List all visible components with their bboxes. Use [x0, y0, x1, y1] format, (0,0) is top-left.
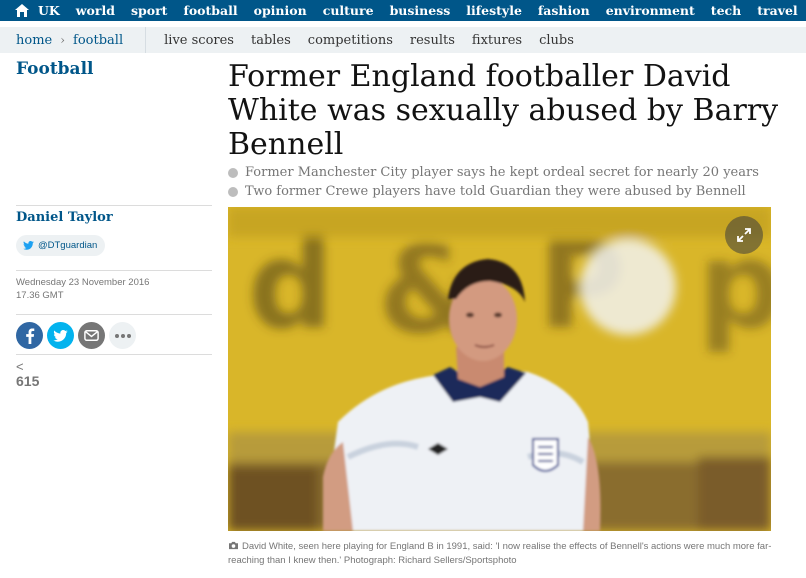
nav-item-travel[interactable]: travel [757, 3, 797, 18]
facebook-icon[interactable] [16, 322, 43, 349]
nav-item-fashion[interactable]: fashion [538, 3, 590, 18]
divider [16, 205, 212, 206]
camera-icon [228, 541, 239, 554]
nav-item-football[interactable]: football [183, 3, 237, 18]
subnav-competitions[interactable]: competitions [308, 33, 393, 48]
bullet-icon [228, 186, 238, 197]
share-count: 615 [16, 373, 40, 389]
home-icon[interactable] [14, 3, 30, 19]
article-headline: Former England footballer David White wa… [228, 59, 779, 162]
subnav-results[interactable]: results [410, 33, 455, 48]
divider [16, 354, 212, 355]
share-icon: < [16, 359, 24, 374]
subnav-clubs[interactable]: clubs [539, 33, 574, 48]
nav-item-environment[interactable]: environment [606, 3, 695, 18]
nav-item-lifestyle[interactable]: lifestyle [466, 3, 522, 18]
share-buttons [16, 322, 140, 349]
divider [16, 314, 212, 315]
subnav-live-scores[interactable]: live scores [164, 33, 234, 48]
twitter-handle: @DTguardian [38, 240, 98, 251]
article-standfirst: Former Manchester City player says he ke… [228, 163, 788, 201]
publish-date: Wednesday 23 November 2016 [16, 277, 150, 288]
divider [16, 270, 212, 271]
top-navigation: UK world sport football opinion culture … [0, 0, 806, 21]
bullet-icon [228, 167, 238, 178]
nav-item-world[interactable]: world [76, 3, 115, 18]
section-label[interactable]: Football [16, 59, 94, 79]
standfirst-text: Two former Crewe players have told Guard… [245, 184, 746, 199]
twitter-handle-link[interactable]: @DTguardian [16, 235, 106, 256]
list-item: Former Manchester City player says he ke… [228, 163, 788, 182]
publish-time: 17.36 GMT [16, 289, 64, 301]
twitter-icon[interactable] [47, 322, 74, 349]
sub-navigation: home › football live scores tables compe… [0, 27, 806, 53]
subnav-tables[interactable]: tables [251, 33, 291, 48]
standfirst-text: Former Manchester City player says he ke… [245, 165, 759, 180]
email-icon[interactable] [78, 322, 105, 349]
nav-item-opinion[interactable]: opinion [254, 3, 307, 18]
nav-item-culture[interactable]: culture [323, 3, 374, 18]
nav-item-uk[interactable]: UK [38, 3, 60, 18]
list-item: Two former Crewe players have told Guard… [228, 182, 788, 201]
chevron-right-icon: › [60, 33, 66, 47]
more-icon[interactable] [109, 322, 136, 349]
subnav-fixtures[interactable]: fixtures [472, 33, 522, 48]
author-byline[interactable]: Daniel Taylor [16, 210, 113, 225]
svg-text:d: d [248, 217, 334, 356]
breadcrumb-home[interactable]: home [16, 33, 52, 48]
nav-item-sport[interactable]: sport [131, 3, 167, 18]
breadcrumb-football[interactable]: football [73, 33, 123, 48]
expand-icon[interactable] [725, 216, 763, 254]
publish-dateline: Wednesday 23 November 2016 17.36 GMT [16, 277, 149, 302]
image-caption: David White, seen here playing for Engla… [228, 540, 773, 567]
nav-item-business[interactable]: business [390, 3, 451, 18]
main-article-image[interactable]: d & P p [228, 207, 771, 531]
nav-item-tech[interactable]: tech [711, 3, 741, 18]
caption-text: David White, seen here playing for Engla… [228, 541, 772, 566]
divider [145, 27, 147, 53]
twitter-icon [23, 241, 34, 250]
